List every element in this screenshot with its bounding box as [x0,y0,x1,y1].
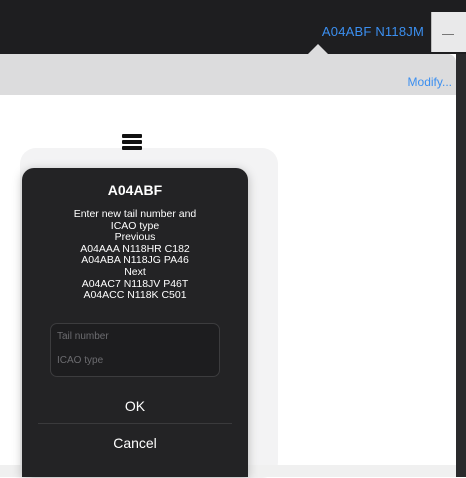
message-line: Next [124,265,146,278]
cancel-button[interactable]: Cancel [22,424,248,460]
tail-number-input[interactable] [51,324,217,348]
minus-icon [442,34,454,35]
minimize-control[interactable] [431,12,466,52]
tail-number-label[interactable]: A04ABF N118JM [322,24,424,39]
dialog-message: Enter new tail number and ICAO type Prev… [22,208,248,302]
top-bar: A04ABF N118JM [0,0,466,54]
ok-button[interactable]: OK [22,387,248,423]
popover-arrow [307,44,329,55]
window-edge [456,54,466,477]
popover-header: Modify... [0,54,456,95]
icao-type-input[interactable] [51,348,217,372]
menu-icon[interactable] [122,134,142,150]
message-line: A04ACC N118K C501 [83,289,187,302]
alert-dialog: A04ABF Enter new tail number and ICAO ty… [22,168,248,477]
message-line: Enter new tail number and [73,208,197,220]
input-group [50,323,220,377]
dialog-title: A04ABF [107,182,163,198]
modify-button[interactable]: Modify... [408,75,452,89]
